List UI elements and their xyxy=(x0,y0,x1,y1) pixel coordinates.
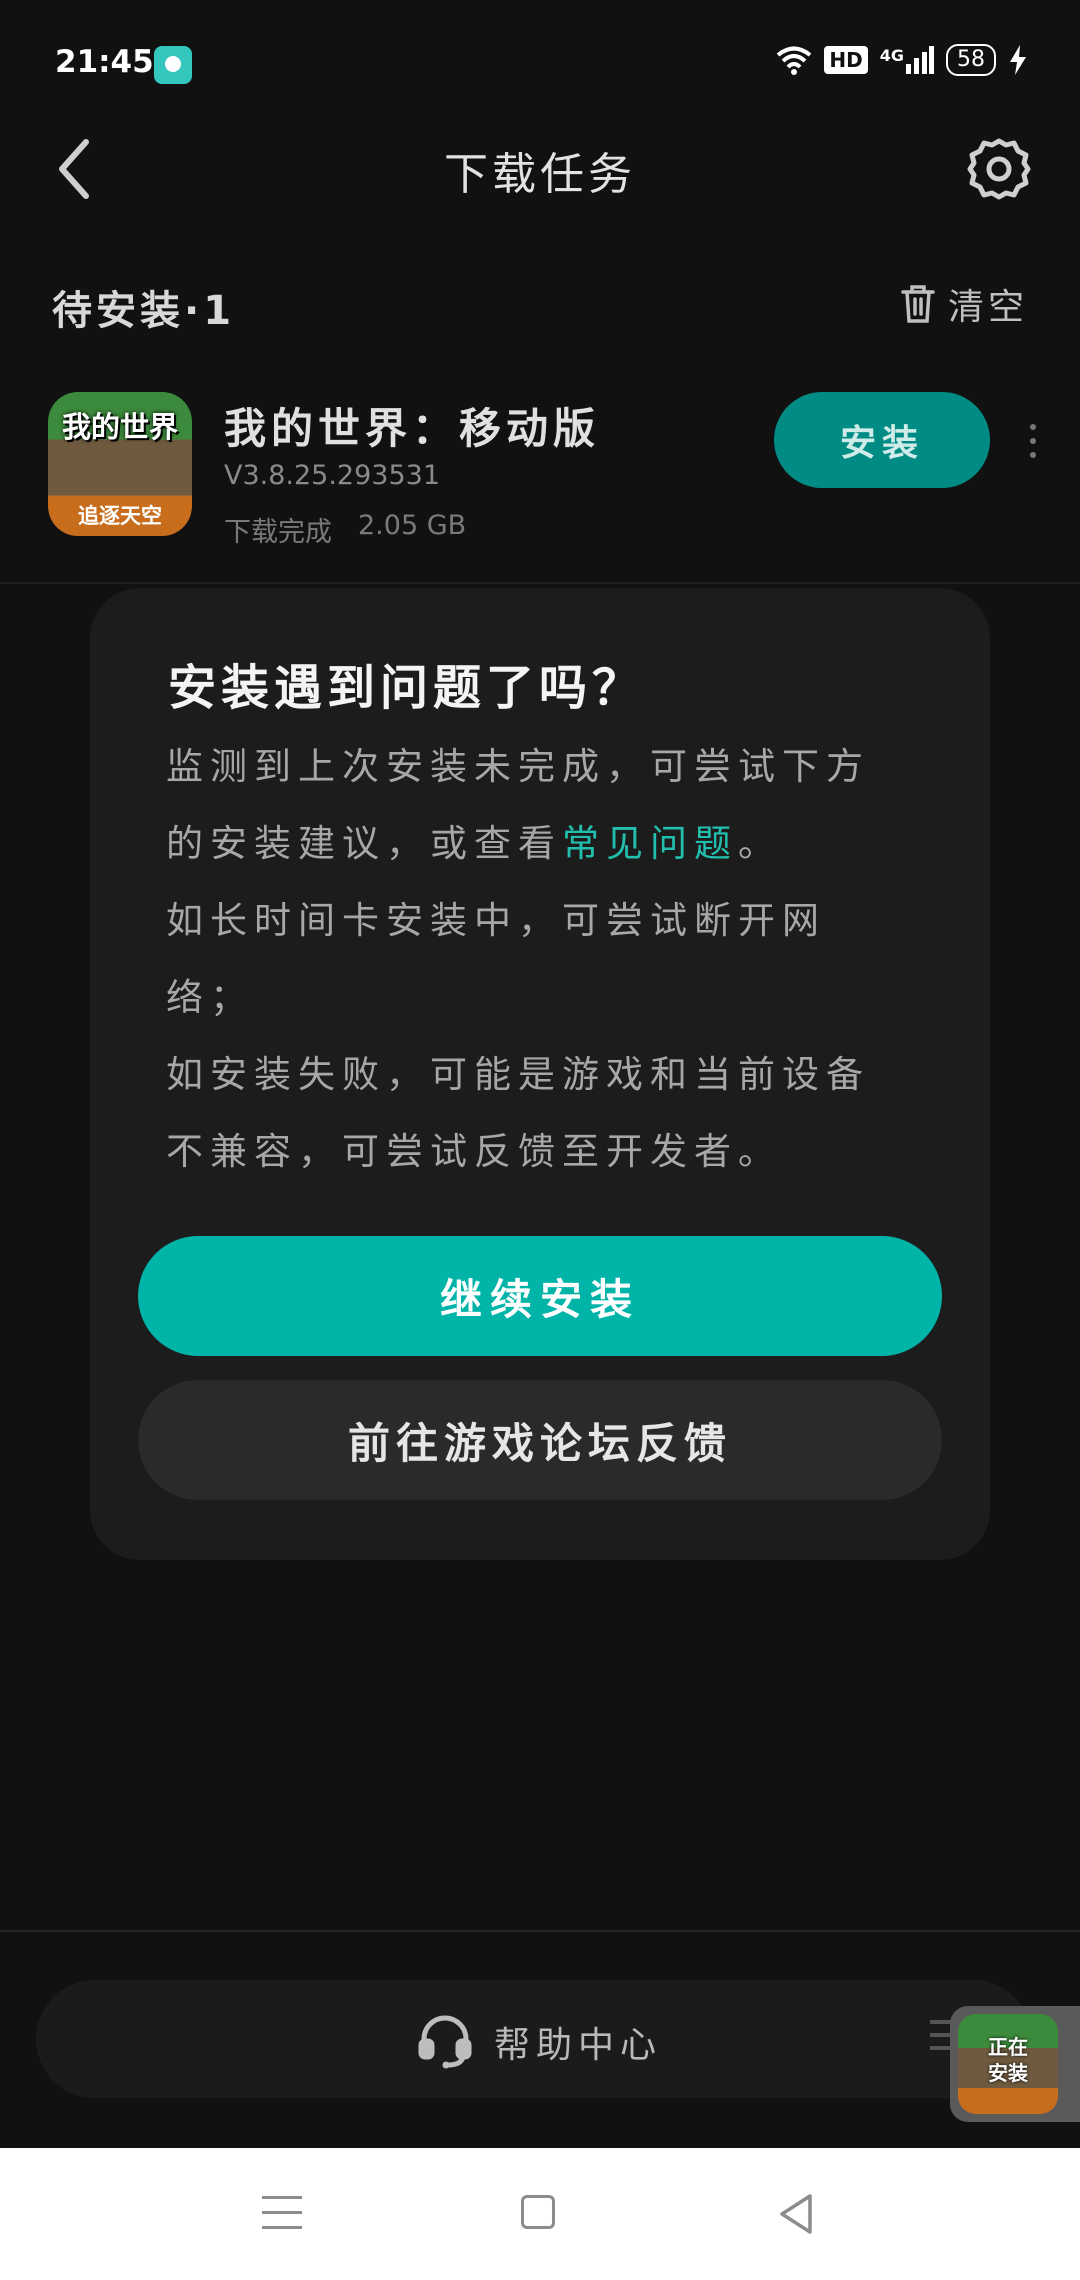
clear-label: 清空 xyxy=(947,287,1028,328)
game-name: 我的世界：移动版 xyxy=(224,404,601,453)
wifi-icon xyxy=(777,46,812,75)
clear-button[interactable]: 清空 xyxy=(900,278,1028,330)
continue-install-button[interactable]: 继续安装 xyxy=(138,1236,942,1356)
installing-line1: 正在 xyxy=(988,2035,1028,2059)
signal-bars-icon xyxy=(906,46,934,74)
installing-float-widget[interactable]: 正在 安装 xyxy=(950,2006,1080,2122)
game-icon-title: 我的世界 xyxy=(61,410,178,444)
dialog-body-period: 。 xyxy=(738,822,782,865)
page-title: 下载任务 xyxy=(444,149,636,200)
recent-apps-icon[interactable] xyxy=(262,2196,302,2230)
dialog-body-tip-network: 如长时间卡安装中，可尝试断开网络； xyxy=(166,899,826,1019)
forum-feedback-button[interactable]: 前往游戏论坛反馈 xyxy=(138,1380,942,1500)
divider xyxy=(0,582,1080,584)
download-size: 2.05 GB xyxy=(358,510,467,541)
charging-icon xyxy=(1010,45,1026,75)
back-triangle-icon[interactable] xyxy=(776,2192,816,2236)
battery-icon: 58 xyxy=(946,44,996,76)
app-notification-icon xyxy=(154,46,192,84)
faq-link[interactable]: 常见问题 xyxy=(562,822,738,865)
download-status: 下载完成 2.05 GB xyxy=(224,510,466,549)
hd-icon: HD xyxy=(824,46,868,74)
download-status-text: 下载完成 xyxy=(224,517,332,548)
help-center-label: 帮助中心 xyxy=(494,2025,663,2066)
installing-line2: 安装 xyxy=(988,2061,1028,2085)
dialog-body: 监测到上次安装未完成，可尝试下方的安装建议，或查看常见问题。 如长时间卡安装中，… xyxy=(166,728,906,1190)
game-app-icon[interactable]: 我的世界 追逐天空 xyxy=(48,392,192,536)
signal-4g-icon: 4G xyxy=(880,46,934,74)
home-icon[interactable] xyxy=(521,2195,555,2229)
status-icons: HD 4G 58 xyxy=(776,44,1028,76)
more-options-icon[interactable] xyxy=(1028,424,1038,458)
game-icon-subtitle: 追逐天空 xyxy=(78,504,162,528)
dialog-body-tip-feedback: 如安装失败，可能是游戏和当前设备不兼容，可尝试反馈至开发者。 xyxy=(166,1053,870,1173)
divider xyxy=(0,1930,1080,1932)
trash-icon xyxy=(901,285,935,323)
installing-label: 正在 安装 xyxy=(958,2034,1058,2086)
gear-icon[interactable] xyxy=(966,136,1032,202)
game-version: V3.8.25.293531 xyxy=(224,460,440,491)
dialog-title: 安装遇到问题了吗？ xyxy=(168,660,646,716)
headset-icon xyxy=(418,2015,472,2069)
status-time: 21:45 xyxy=(55,44,154,80)
network-type-label: 4G xyxy=(879,46,904,65)
install-button[interactable]: 安装 xyxy=(774,392,990,488)
pending-install-label: 待安装·1 xyxy=(52,288,236,334)
